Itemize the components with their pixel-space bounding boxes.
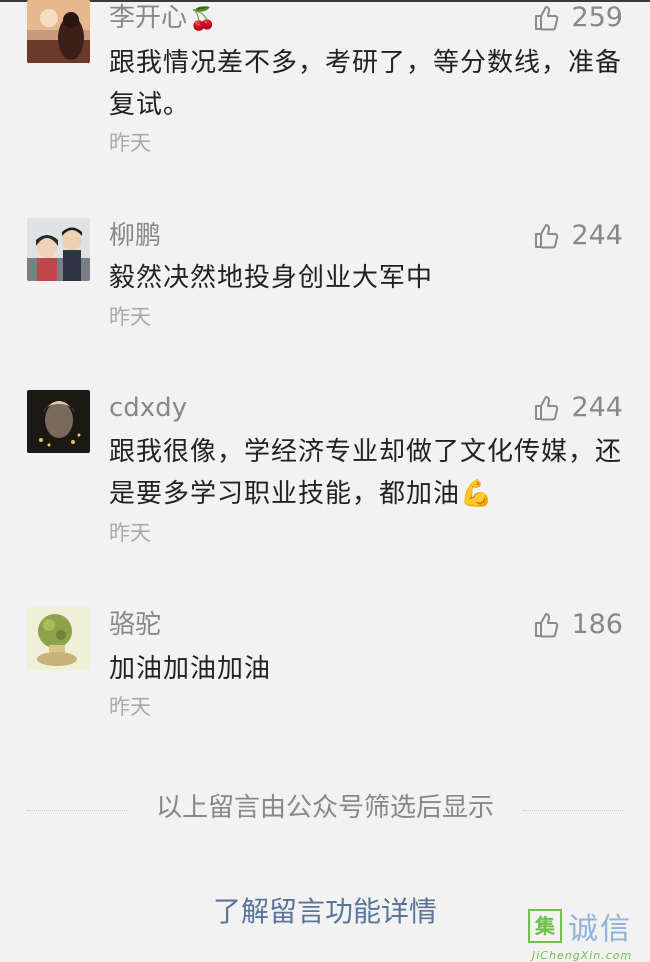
author-name: 骆驼 bbox=[109, 610, 162, 640]
comment-author[interactable]: 柳鹏 bbox=[109, 219, 161, 253]
watermark-chars: 诚信 bbox=[568, 912, 632, 947]
comment-author[interactable]: 李开心🍒 bbox=[109, 1, 216, 37]
footer-note: 以上留言由公众号筛选后显示 bbox=[155, 793, 494, 823]
like-button[interactable]: 259 bbox=[533, 1, 623, 35]
like-count: 244 bbox=[571, 220, 623, 251]
author-name: cdxdy bbox=[109, 393, 188, 423]
like-count: 259 bbox=[571, 2, 623, 33]
comment-author[interactable]: cdxdy bbox=[109, 391, 187, 425]
watermark-logo: 集 诚信 JiChengXin.com bbox=[528, 904, 646, 962]
comment-time: 昨天 bbox=[109, 131, 151, 155]
comment-text: 毅然决然地投身创业大军中 bbox=[109, 263, 434, 293]
avatar[interactable] bbox=[27, 218, 90, 281]
comment-author[interactable]: 骆驼 bbox=[109, 608, 161, 642]
author-name: 柳鹏 bbox=[109, 221, 162, 251]
like-count: 244 bbox=[571, 392, 623, 423]
comment-text: 跟我很像，学经济专业却做了文化传媒，还是要多学习职业技能，都加油💪 bbox=[109, 437, 623, 509]
avatar[interactable] bbox=[27, 390, 90, 453]
cherry-icon: 🍒 bbox=[189, 7, 217, 32]
thumbs-up-icon bbox=[535, 613, 559, 638]
thumbs-up-icon bbox=[535, 224, 559, 249]
like-button[interactable]: 244 bbox=[533, 391, 623, 425]
like-button[interactable]: 186 bbox=[533, 608, 623, 642]
like-count: 186 bbox=[571, 609, 623, 640]
avatar[interactable] bbox=[27, 607, 90, 670]
comment-text: 加油加油加油 bbox=[109, 654, 272, 684]
author-name: 李开心 bbox=[109, 3, 188, 33]
comment-time: 昨天 bbox=[109, 521, 151, 545]
comment-time: 昨天 bbox=[109, 305, 151, 329]
like-button[interactable]: 244 bbox=[533, 219, 623, 253]
comment-time: 昨天 bbox=[109, 695, 151, 719]
thumbs-up-icon bbox=[535, 396, 559, 421]
comment-text: 跟我情况差不多，考研了，等分数线，准备复试。 bbox=[109, 48, 623, 120]
thumbs-up-icon bbox=[535, 6, 559, 31]
watermark-box: 集 bbox=[528, 909, 562, 943]
avatar[interactable] bbox=[27, 0, 90, 63]
